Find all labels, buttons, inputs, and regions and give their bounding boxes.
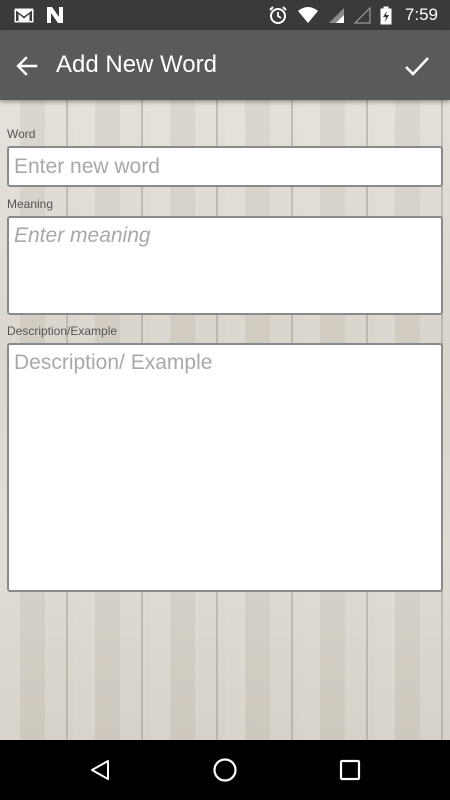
nav-home-button[interactable] xyxy=(210,755,240,785)
gmail-icon xyxy=(14,8,34,23)
cell-signal-icon xyxy=(328,7,345,24)
n-notification-icon xyxy=(46,6,64,24)
back-button[interactable] xyxy=(12,51,42,81)
battery-charging-icon xyxy=(380,6,392,25)
status-bar: 7:59 xyxy=(0,0,450,30)
arrow-left-icon xyxy=(15,54,39,78)
cell-signal-empty-icon xyxy=(353,6,371,24)
nav-recents-button[interactable] xyxy=(335,755,365,785)
save-button[interactable] xyxy=(402,51,432,81)
page-title: Add New Word xyxy=(56,51,217,78)
status-time: 7:59 xyxy=(404,5,438,24)
nav-back-button[interactable] xyxy=(85,755,115,785)
wifi-icon xyxy=(297,6,319,24)
checkmark-icon xyxy=(404,55,430,77)
description-label: Description/Example xyxy=(7,324,118,338)
screen: 7:59 Add New Word Word Meaning Descripti… xyxy=(0,0,450,800)
meaning-label: Meaning xyxy=(7,197,54,211)
meaning-input[interactable] xyxy=(7,216,443,315)
status-right-icons: 7:59 xyxy=(268,5,450,25)
status-left-icons xyxy=(0,6,64,24)
app-bar: Add New Word xyxy=(0,30,450,100)
word-label: Word xyxy=(7,127,36,141)
description-input[interactable] xyxy=(7,343,443,592)
recents-square-icon xyxy=(339,759,361,781)
word-input[interactable] xyxy=(7,146,443,187)
navigation-bar xyxy=(0,740,450,800)
form-area: Word Meaning Description/Example xyxy=(0,100,450,740)
alarm-clock-icon xyxy=(268,5,288,25)
back-triangle-icon xyxy=(88,758,112,782)
home-circle-icon xyxy=(212,757,238,783)
